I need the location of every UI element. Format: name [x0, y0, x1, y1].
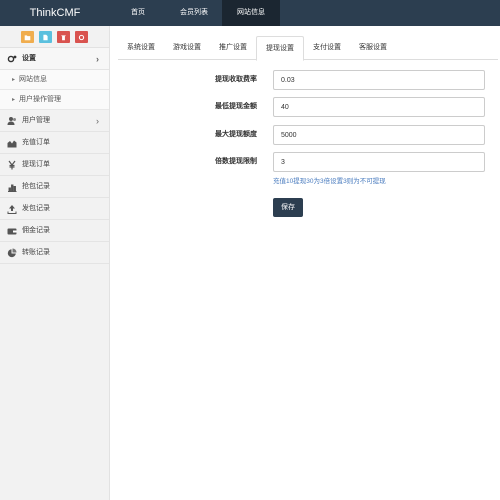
sidebar-item-grab-records[interactable]: 抢包记录: [0, 176, 109, 198]
tab-promotion-settings[interactable]: 推广设置: [210, 36, 256, 60]
sidebar-item-commission-records[interactable]: 佣金记录: [0, 220, 109, 242]
area-chart-icon: [7, 138, 17, 148]
sidebar-subitem-label: 用户操作管理: [19, 96, 61, 103]
nav-member-list[interactable]: 会员列表: [166, 0, 222, 26]
min-amount-input[interactable]: [273, 97, 485, 117]
chevron-right-icon: ›: [96, 54, 99, 64]
tab-withdraw-settings[interactable]: 提现设置: [256, 36, 304, 61]
multiple-limit-label: 倍数提现限制: [215, 158, 257, 165]
wallet-icon: [7, 226, 17, 236]
file-icon: [43, 34, 48, 40]
sidebar-item-send-records[interactable]: 发包记录: [0, 198, 109, 220]
top-navbar: ThinkCMF 首页 会员列表 网站信息: [0, 0, 500, 26]
folder-shortcut-button[interactable]: [21, 31, 34, 43]
yen-icon: [7, 160, 17, 170]
fee-rate-label: 提现收取费率: [215, 76, 257, 83]
file-shortcut-button[interactable]: [39, 31, 52, 43]
sidebar-item-transfer-records[interactable]: 转账记录: [0, 242, 109, 264]
max-amount-label: 最大提现额度: [215, 131, 257, 138]
sidebar-item-label: 用户管理: [22, 117, 50, 124]
sidebar-item-withdraw-orders[interactable]: 提现订单: [0, 154, 109, 176]
multiple-limit-hint: 充值10提现30为3倍设置3则为不可提现: [273, 178, 386, 185]
caret-right-icon: ▸: [12, 77, 16, 83]
bar-chart-icon: [7, 182, 17, 192]
caret-right-icon: ▸: [12, 97, 16, 103]
form-row-max-amount: 最大提现额度: [110, 125, 500, 145]
form-row-fee-rate: 提现收取费率: [110, 70, 500, 90]
pie-chart-icon: [7, 248, 17, 258]
tab-customer-service-settings[interactable]: 客服设置: [350, 36, 396, 60]
sidebar: 设置 › ▸ 网站信息 ▸ 用户操作管理 用户管理 › 充值订单 提现订单 抢包…: [0, 26, 110, 500]
tab-system-settings[interactable]: 系统设置: [118, 36, 164, 60]
top-nav: 首页 会员列表 网站信息: [110, 0, 280, 26]
min-amount-label: 最低提现金额: [215, 103, 257, 110]
shortcut-bar: [0, 26, 109, 48]
users-icon: [7, 116, 17, 126]
sidebar-item-label: 设置: [22, 55, 36, 62]
main-content: 系统设置 游戏设置 推广设置 提现设置 支付设置 客服设置 提现收取费率 最低提…: [110, 26, 500, 500]
tab-game-settings[interactable]: 游戏设置: [164, 36, 210, 60]
trash-icon: [61, 34, 66, 40]
trash-shortcut-button[interactable]: [57, 31, 70, 43]
tab-payment-settings[interactable]: 支付设置: [304, 36, 350, 60]
chevron-right-icon: ›: [96, 116, 99, 126]
form-row-multiple-limit: 倍数提现限制: [110, 152, 500, 172]
sidebar-item-label: 抢包记录: [22, 183, 50, 190]
sidebar-subitem-user-action-mgmt[interactable]: ▸ 用户操作管理: [0, 90, 109, 110]
sidebar-item-user-mgmt[interactable]: 用户管理 ›: [0, 110, 109, 132]
recycle-icon: [78, 34, 85, 40]
multiple-limit-input[interactable]: [273, 152, 485, 172]
max-amount-input[interactable]: [273, 125, 485, 145]
sidebar-subitem-site-info[interactable]: ▸ 网站信息: [0, 70, 109, 90]
sidebar-item-label: 充值订单: [22, 139, 50, 146]
sidebar-item-label: 提现订单: [22, 161, 50, 168]
nav-home[interactable]: 首页: [110, 0, 166, 26]
sidebar-item-settings[interactable]: 设置 ›: [0, 48, 109, 70]
form-row-min-amount: 最低提现金额: [110, 97, 500, 117]
sidebar-item-label: 发包记录: [22, 205, 50, 212]
folder-icon: [24, 34, 31, 40]
sidebar-item-label: 转账记录: [22, 249, 50, 256]
sidebar-item-recharge-orders[interactable]: 充值订单: [0, 132, 109, 154]
brand-logo[interactable]: ThinkCMF: [0, 0, 110, 26]
sidebar-subitem-label: 网站信息: [19, 76, 47, 83]
recycle-shortcut-button[interactable]: [75, 31, 88, 43]
nav-site-info[interactable]: 网站信息: [222, 0, 280, 26]
settings-tabs: 系统设置 游戏设置 推广设置 提现设置 支付设置 客服设置: [118, 36, 498, 61]
fee-rate-input[interactable]: [273, 70, 485, 90]
gears-icon: [7, 54, 17, 64]
save-button[interactable]: 保存: [273, 198, 303, 217]
upload-icon: [7, 204, 17, 214]
sidebar-item-label: 佣金记录: [22, 227, 50, 234]
